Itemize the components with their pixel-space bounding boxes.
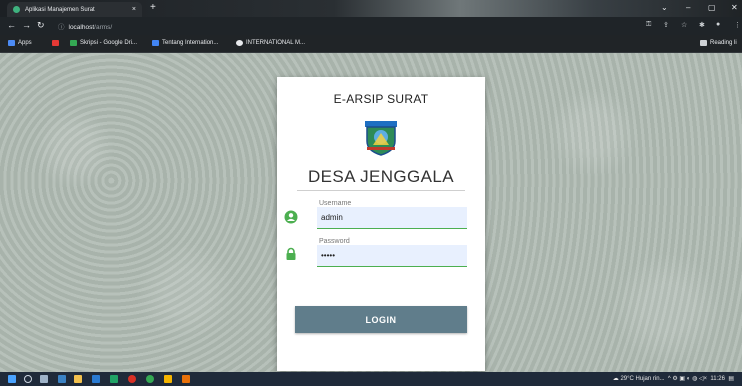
app-icon[interactable] bbox=[182, 375, 190, 383]
drive-icon bbox=[70, 40, 77, 46]
page-background: E-ARSIP SURAT DESA JENGGALA Username Pas… bbox=[0, 53, 742, 372]
bookmark-drive[interactable]: Skripsi - Google Dri... bbox=[70, 40, 137, 46]
browser-tab-strip: Aplikasi Manajemen Surat × + ⌄ – ▢ ✕ bbox=[0, 0, 742, 17]
bookmark-label: Tentang Internation... bbox=[162, 40, 219, 46]
globe-icon bbox=[236, 40, 243, 46]
tab-favicon-icon bbox=[13, 6, 20, 13]
bookmark-tentang[interactable]: Tentang Internation... bbox=[152, 40, 218, 46]
tab-title: Aplikasi Manajemen Surat bbox=[25, 6, 95, 13]
profile-avatar-icon[interactable]: ● bbox=[716, 21, 720, 28]
login-card: E-ARSIP SURAT DESA JENGGALA Username Pas… bbox=[277, 77, 485, 371]
reading-list[interactable]: Reading li bbox=[700, 40, 737, 46]
site-info-icon[interactable]: ⓘ bbox=[58, 24, 65, 31]
file-explorer-icon[interactable] bbox=[74, 375, 82, 383]
tab-search-icon[interactable]: ⌄ bbox=[661, 3, 668, 12]
divider bbox=[297, 190, 465, 191]
excel-icon[interactable] bbox=[110, 375, 118, 383]
chrome-icon[interactable] bbox=[128, 375, 136, 383]
reload-icon[interactable]: ↻ bbox=[37, 20, 45, 31]
username-input[interactable] bbox=[317, 207, 467, 229]
bookmark-star-icon[interactable]: ☆ bbox=[681, 21, 687, 29]
close-window-icon[interactable]: ✕ bbox=[731, 3, 738, 12]
bookmark-apps[interactable]: Apps bbox=[8, 40, 32, 46]
login-button[interactable]: LOGIN bbox=[295, 306, 467, 333]
docs-icon bbox=[152, 40, 159, 46]
extensions-icon[interactable]: ✱ bbox=[699, 21, 705, 29]
reading-list-icon bbox=[700, 40, 707, 46]
app-header: E-ARSIP SURAT bbox=[333, 92, 429, 106]
url-host: localhost bbox=[68, 24, 95, 31]
edge-icon[interactable] bbox=[58, 375, 66, 383]
password-input[interactable] bbox=[317, 245, 467, 267]
username-label: Username bbox=[319, 200, 352, 207]
youtube-icon bbox=[52, 40, 59, 46]
village-name: DESA JENGGALA bbox=[308, 167, 454, 186]
app-icon[interactable] bbox=[164, 375, 172, 383]
notifications-icon[interactable]: ▤ bbox=[727, 376, 734, 382]
forward-icon[interactable]: → bbox=[22, 20, 31, 30]
app-icon[interactable] bbox=[146, 375, 154, 383]
bookmark-youtube[interactable] bbox=[52, 40, 59, 46]
share-icon[interactable]: ⇪ bbox=[663, 21, 669, 29]
bookmark-label: Skripsi - Google Dri... bbox=[80, 40, 138, 46]
address-toolbar: ← → ↻ ⓘ localhost/arms/ ⚿ ⇪ ☆ ✱ ● ⋮ bbox=[0, 17, 742, 35]
menu-icon[interactable]: ⋮ bbox=[734, 21, 741, 29]
user-icon bbox=[284, 210, 298, 224]
url-bar[interactable]: ⓘ localhost/arms/ bbox=[58, 21, 112, 31]
bookmark-international[interactable]: INTERNATIONAL M... bbox=[236, 40, 305, 46]
clock[interactable]: 11:26 bbox=[710, 376, 725, 382]
windows-taskbar: ☁ 29°C Hujan rin... ^ ⚙ ▣ ◐ ◍ ◁× 11:26 ▤ bbox=[0, 372, 742, 386]
key-icon[interactable]: ⚿ bbox=[646, 21, 651, 29]
weather-icon: ☁ bbox=[612, 376, 619, 382]
tab-close-icon[interactable]: × bbox=[132, 6, 136, 13]
browser-tab[interactable]: Aplikasi Manajemen Surat × bbox=[7, 2, 142, 17]
minimize-icon[interactable]: – bbox=[686, 3, 690, 12]
reading-list-label: Reading li bbox=[710, 40, 737, 46]
weather-text[interactable]: 29°C Hujan rin... bbox=[620, 376, 664, 382]
word-icon[interactable] bbox=[92, 375, 100, 383]
village-emblem-icon bbox=[365, 121, 397, 156]
url-path: /arms/ bbox=[94, 24, 113, 31]
lock-icon bbox=[286, 247, 296, 260]
task-view-icon[interactable] bbox=[40, 375, 48, 383]
bookmarks-bar: Apps Skripsi - Google Dri... Tentang Int… bbox=[0, 35, 742, 53]
new-tab-button[interactable]: + bbox=[150, 2, 156, 14]
back-icon[interactable]: ← bbox=[7, 20, 16, 30]
apps-grid-icon bbox=[8, 40, 15, 46]
start-icon[interactable] bbox=[8, 375, 16, 383]
password-label: Password bbox=[319, 238, 350, 245]
system-tray: ☁ 29°C Hujan rin... ^ ⚙ ▣ ◐ ◍ ◁× 11:26 ▤ bbox=[613, 375, 734, 382]
bookmark-label: Apps bbox=[18, 40, 32, 46]
tray-icons[interactable]: ^ ⚙ ▣ ◐ ◍ ◁× bbox=[666, 376, 709, 382]
maximize-icon[interactable]: ▢ bbox=[708, 3, 716, 12]
search-icon[interactable] bbox=[24, 375, 32, 383]
bookmark-label: INTERNATIONAL M... bbox=[246, 40, 306, 46]
